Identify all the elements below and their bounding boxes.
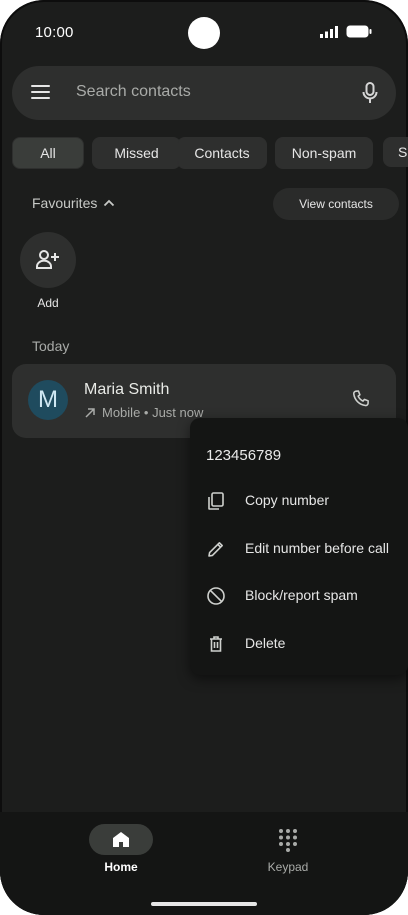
- menu-item-label: Delete: [245, 635, 286, 651]
- phone-call-icon[interactable]: [350, 388, 372, 410]
- favourites-label: Favourites: [32, 195, 98, 211]
- avatar[interactable]: M: [28, 380, 68, 420]
- status-bar: 10:00: [0, 0, 408, 60]
- pencil-icon: [208, 542, 223, 557]
- chevron-up-icon: [104, 199, 115, 207]
- menu-item-delete[interactable]: Delete: [190, 624, 408, 664]
- home-icon: [113, 832, 129, 847]
- menu-item-copy-number[interactable]: Copy number: [190, 481, 408, 521]
- block-icon: [207, 587, 225, 605]
- chip-non-spam[interactable]: Non-spam: [275, 137, 373, 169]
- call-detail-text: Mobile • Just now: [102, 405, 204, 420]
- add-person-icon: [36, 250, 59, 269]
- outgoing-call-arrow-icon: [85, 407, 95, 418]
- nav-home-label[interactable]: Home: [89, 860, 153, 874]
- front-camera: [188, 17, 220, 49]
- menu-item-block-report-spam[interactable]: Block/report spam: [190, 576, 408, 616]
- call-detail: Mobile • Just now: [84, 405, 203, 420]
- menu-item-edit-number[interactable]: Edit number before call: [190, 529, 408, 569]
- bottom-navigation: Home Keypad: [0, 812, 408, 915]
- add-favourite-label: Add: [37, 296, 59, 310]
- search-input[interactable]: Search contacts: [76, 83, 191, 101]
- status-time: 10:00: [35, 24, 74, 41]
- chip-spam[interactable]: S: [383, 137, 408, 167]
- chip-contacts[interactable]: Contacts: [177, 137, 267, 169]
- chip-missed[interactable]: Missed: [92, 137, 181, 169]
- view-contacts-button[interactable]: View contacts: [273, 188, 399, 220]
- trash-icon: [210, 636, 222, 652]
- phone-screen: 10:00 Search contacts All Missed Contact…: [0, 0, 408, 915]
- favourites-toggle[interactable]: Favourites: [32, 195, 115, 211]
- menu-item-label: Edit number before call: [245, 540, 389, 556]
- copy-icon: [208, 492, 224, 510]
- microphone-icon[interactable]: [362, 82, 378, 104]
- call-context-menu: 123456789 Copy number Edit number before…: [190, 418, 408, 675]
- menu-phone-number: 123456789: [206, 447, 282, 464]
- battery-icon: [346, 25, 372, 38]
- menu-item-label: Block/report spam: [245, 587, 358, 603]
- caller-name: Maria Smith: [84, 381, 170, 398]
- nav-keypad-label[interactable]: Keypad: [256, 860, 320, 874]
- add-favourite-button[interactable]: [20, 232, 76, 288]
- signal-icon: [320, 25, 338, 38]
- gesture-home-indicator[interactable]: [151, 902, 257, 906]
- filter-chips: All Missed Contacts Non-spam S: [12, 137, 408, 169]
- system-icons: [320, 25, 372, 38]
- menu-icon[interactable]: [31, 85, 51, 101]
- menu-item-label: Copy number: [245, 492, 330, 508]
- search-bar[interactable]: Search contacts: [12, 66, 396, 120]
- chip-all[interactable]: All: [12, 137, 84, 169]
- section-header-today: Today: [32, 338, 70, 354]
- nav-home-button[interactable]: [89, 824, 153, 855]
- dialpad-icon[interactable]: [278, 828, 298, 852]
